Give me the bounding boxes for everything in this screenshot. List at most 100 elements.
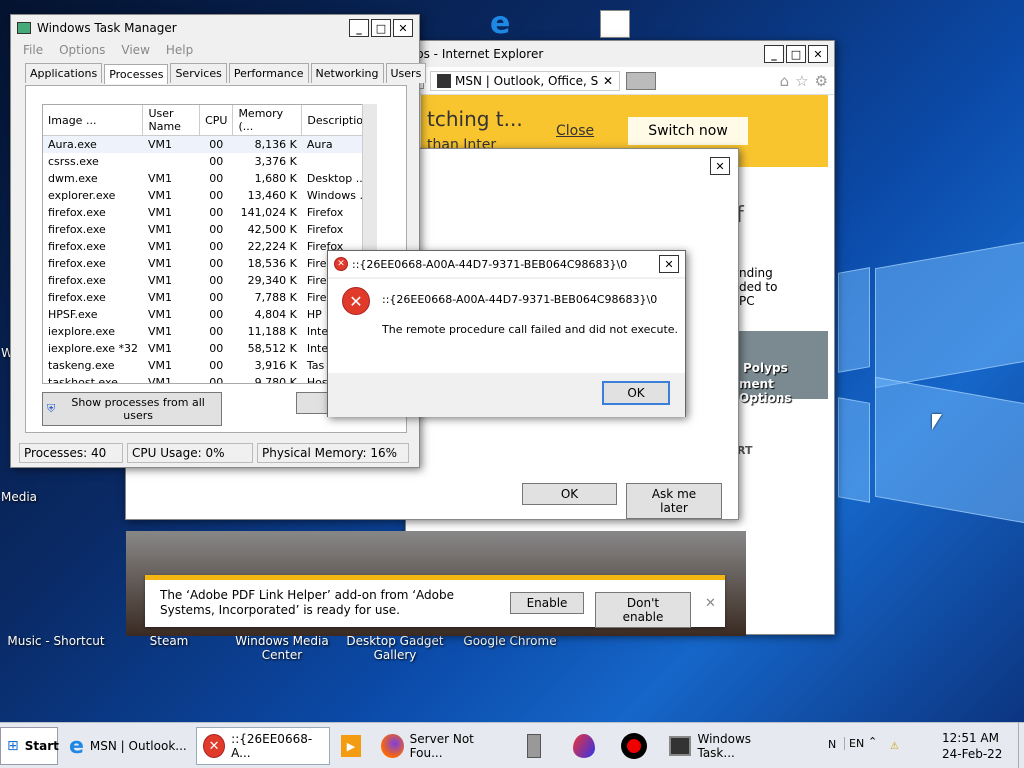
ime-indicator[interactable]: N [828,738,836,751]
desktop-icon-wmc[interactable]: Windows Media Center [232,634,332,662]
ad-line: ment Options [739,377,792,405]
show-all-processes-button[interactable]: ⛨ Show processes from all users [42,392,222,426]
table-cell: 00 [209,137,224,151]
error-dialog: ✕ ::{26EE0668-A00A-44D7-9371-BEB064C9868… [327,250,686,417]
table-row[interactable]: iexplore.exe *32 VM1 00 58,512 K Inte [43,340,376,357]
tab-performance[interactable]: Performance [228,63,309,83]
clock-time[interactable]: 12:51 AM [942,731,999,745]
desktop-icon-chrome[interactable]: Google Chrome [460,634,560,648]
tab-networking[interactable]: Networking [310,63,384,83]
desktop-icon-music[interactable]: Music - Shortcut [4,634,108,648]
minimize-button[interactable]: _ [764,45,784,63]
close-button[interactable]: ✕ [808,45,828,63]
banner-heading: tching t... [427,107,523,131]
edge-desktop-icon[interactable]: e [490,9,528,40]
menu-view[interactable]: View [121,43,149,57]
table-cell: VM1 [147,222,172,236]
tab-services[interactable]: Services [170,63,227,83]
desktop-icon-gadgets[interactable]: Desktop Gadget Gallery [345,634,445,662]
table-row[interactable]: firefox.exe VM1 00 141,024 K Firefox [43,204,376,221]
table-row[interactable]: taskhost.exe VM1 00 9,780 K Hos [43,374,376,384]
table-cell: 58,512 K [247,341,297,355]
ad-line: Polyps [743,361,788,375]
close-icon[interactable]: ✕ [705,596,716,611]
table-row[interactable]: explorer.exe VM1 00 13,460 K Windows ... [43,187,376,204]
clock-date[interactable]: 24-Feb-22 [942,747,1002,761]
warning-icon[interactable]: ⚠ [890,741,899,752]
new-tab-button[interactable] [626,71,656,90]
minimize-button[interactable]: _ [349,19,369,37]
table-row[interactable]: iexplore.exe VM1 00 11,188 K Inte [43,323,376,340]
edge-icon: e [69,733,84,759]
table-cell: firefox.exe [48,239,106,253]
table-cell: 8,136 K [254,137,297,151]
col-cpu[interactable]: CPU [199,105,234,136]
table-cell: taskhost.exe [48,375,118,384]
ask-me-later-button[interactable]: Ask me later [626,483,722,519]
taskbar-media-player[interactable]: ▶ [334,727,368,765]
close-button[interactable]: ✕ [393,19,413,37]
close-button[interactable]: ✕ [659,255,679,273]
ad-panel[interactable]: Polyps ment Options [739,331,828,405]
col-memory[interactable]: Memory (... [232,105,303,136]
table-row[interactable]: HPSF.exe VM1 00 4,804 K HP [43,306,376,323]
table-row[interactable]: taskeng.exe VM1 00 3,916 K Tas [43,357,376,374]
error-heading: ::{26EE0668-A00A-44D7-9371-BEB064C98683}… [382,293,658,306]
table-row[interactable]: firefox.exe VM1 00 29,340 K Fire [43,272,376,289]
table-cell: 00 [209,273,224,287]
start-button[interactable]: ⊞ Start [0,727,59,765]
ie-tab-msn[interactable]: MSN | Outlook, Office, Sky... ✕ [430,70,620,91]
taskbar-item-msn[interactable]: e MSN | Outlook... [62,727,194,765]
taskbar-item-error[interactable]: ✕ ::{26EE0668-A... [196,727,330,765]
taskbar-app-icon[interactable] [520,727,554,765]
menu-help[interactable]: Help [166,43,193,57]
tab-processes[interactable]: Processes [104,64,169,84]
tab-users[interactable]: Users [385,63,427,83]
col-image-name[interactable]: Image ... [43,105,144,136]
taskbar-item-firefox[interactable]: Server Not Fou... [374,727,512,765]
tray-expand-icon[interactable]: ⌃ [868,735,877,748]
maximize-button[interactable]: □ [786,45,806,63]
dont-enable-button[interactable]: Don't enable [595,592,691,628]
taskbar-record-icon[interactable] [614,727,654,765]
taskmgr-titlebar: Windows Task Manager _ □ ✕ [11,15,419,41]
taskbar-paint-icon[interactable] [566,727,604,765]
show-desktop-button[interactable] [1018,723,1024,768]
ie-titlebar: ps - Internet Explorer _ □ ✕ [406,41,834,67]
menu-options[interactable]: Options [59,43,105,57]
ie-tabstrip: MSN | Outlook, Office, Sky... ✕ ⌂ ☆ ⚙ [406,67,834,95]
table-row[interactable]: firefox.exe VM1 00 7,788 K Fire [43,289,376,306]
error-titlebar: ✕ ::{26EE0668-A00A-44D7-9371-BEB064C9868… [328,251,685,277]
close-button[interactable]: ✕ [710,157,730,175]
table-row[interactable]: firefox.exe VM1 00 42,500 K Firefox [43,221,376,238]
ok-button[interactable]: OK [522,483,617,505]
tab-applications[interactable]: Applications [25,63,103,83]
menu-file[interactable]: File [23,43,43,57]
table-row[interactable]: firefox.exe VM1 00 22,224 K Firefox [43,238,376,255]
table-cell: 00 [209,358,224,372]
desktop-icon-media[interactable]: Media [0,490,38,504]
desktop-icon-label: Google Chrome [463,634,557,648]
switch-now-button[interactable]: Switch now [628,117,748,145]
settings-gear-icon[interactable]: ⚙ [815,72,828,90]
table-row[interactable]: firefox.exe VM1 00 18,536 K Fire [43,255,376,272]
maximize-button[interactable]: □ [371,19,391,37]
language-indicator[interactable]: EN [844,737,864,750]
enable-button[interactable]: Enable [510,592,584,614]
favorites-icon[interactable]: ☆ [795,72,808,90]
table-row[interactable]: csrss.exe 00 3,376 K [43,153,376,170]
banner-close-link[interactable]: Close [556,123,594,139]
taskbar-item-taskmgr[interactable]: Windows Task... [662,727,792,765]
table-row[interactable]: Aura.exe VM1 00 8,136 K Aura [43,135,376,153]
close-tab-icon[interactable]: ✕ [603,74,613,88]
app-desktop-icon[interactable] [600,10,630,38]
col-user-name[interactable]: User Name [142,105,201,136]
table-cell: 00 [209,239,224,253]
taskbar: ⊞ Start e MSN | Outlook... ✕ ::{26EE0668… [0,722,1024,768]
ok-button[interactable]: OK [602,381,670,405]
table-row[interactable]: dwm.exe VM1 00 1,680 K Desktop ... [43,170,376,187]
home-icon[interactable]: ⌂ [780,72,790,90]
side-text-line: nding [739,266,773,280]
desktop-icon-steam[interactable]: Steam [134,634,204,648]
table-cell: 7,788 K [254,290,297,304]
